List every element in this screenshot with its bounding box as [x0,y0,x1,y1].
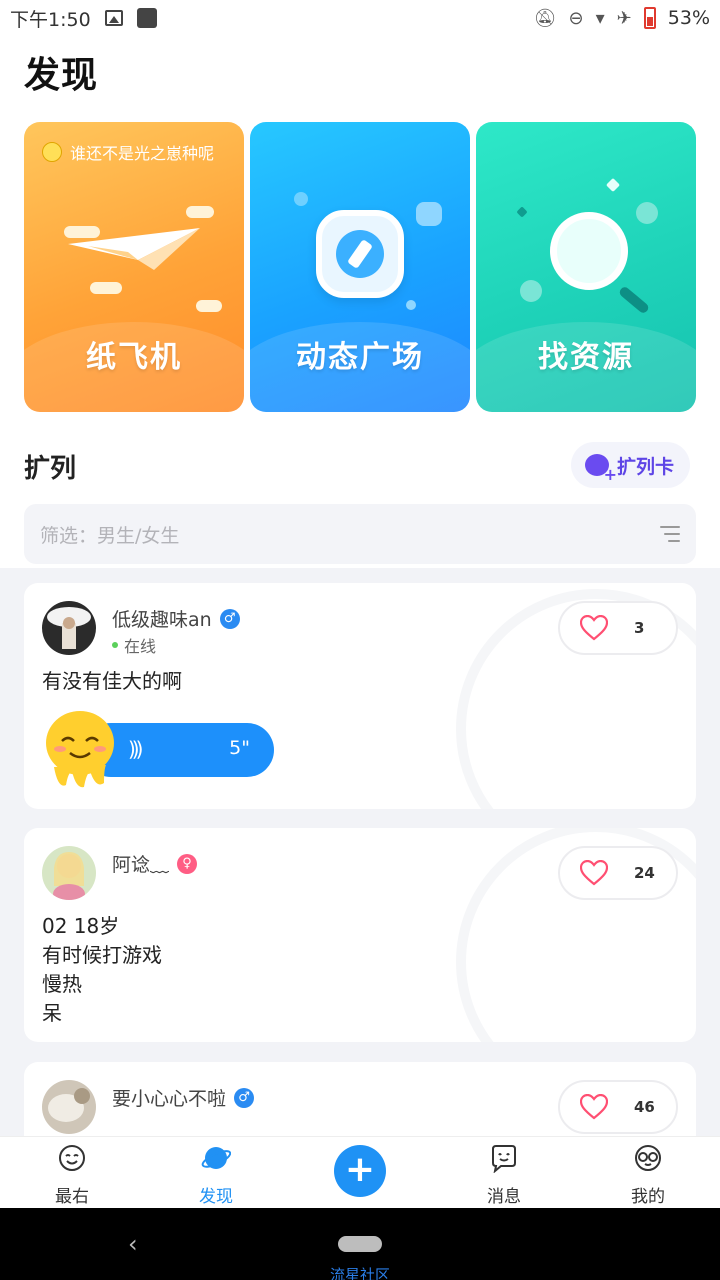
post-text: 02 18岁 有时候打游戏 慢热 呆 [42,914,162,1025]
magnifier-icon [550,212,628,290]
smiley-icon [59,1145,85,1171]
feature-cards: 谁还不是光之崽种呢 纸飞机 动态广场 找资源 [24,122,696,412]
username[interactable]: 阿谂﹏ ♀ [112,850,198,877]
card-label: 动态广场 [296,340,424,375]
card-tip: 谁还不是光之崽种呢 [42,140,214,164]
page-title: 发现 [24,55,99,96]
female-icon: ♀ [177,853,198,874]
app-notification-icon [136,8,157,28]
nav-item-profile[interactable]: 我的 [598,1143,698,1207]
nav-item-messages[interactable]: 消息 [454,1143,554,1207]
add-friend-icon [584,454,617,484]
page-header: 发现 [0,36,720,104]
like-count: 3 [634,619,645,637]
system-nav: ‹ 流星社区 [0,1208,720,1280]
back-icon[interactable]: ‹ [128,1230,138,1258]
section-title: 扩列 [24,454,77,484]
like-count: 46 [634,1098,655,1116]
username[interactable]: 要小心心不啦 ♂ [112,1084,255,1111]
like-button[interactable]: 3 [558,601,678,655]
plaza-card[interactable]: 动态广场 [250,122,470,412]
like-button[interactable]: 46 [558,1080,678,1134]
like-button[interactable]: 24 [558,846,678,900]
glasses-face-icon [635,1145,661,1171]
male-icon: ♂ [219,608,240,629]
discover-content[interactable]: 谁还不是光之崽种呢 纸飞机 动态广场 找资源 扩列 + 扩列卡 筛选：男生/女生… [0,104,720,1136]
filter-icon[interactable] [660,526,680,542]
message-icon [492,1145,516,1174]
octopus-mascot-icon [46,711,114,788]
like-count: 24 [634,864,655,882]
add-post-button[interactable]: + [334,1145,386,1197]
post-text: 有没有佳大的啊 [42,669,182,693]
app-caption: 流星社区 [329,1266,390,1280]
heart-icon [580,1094,608,1120]
mute-icon: 🔕︎ [533,7,557,29]
do-not-disturb-icon: ⊖ [568,7,584,29]
image-notification-icon [104,10,123,26]
online-status: 在线 [112,633,156,657]
post-card[interactable]: 要小心心不啦 ♂ 46 [24,1062,696,1136]
avatar[interactable] [42,1080,96,1134]
avatar[interactable] [42,846,96,900]
chat-bubble-icon [416,202,442,226]
emoji-icon [42,142,62,162]
paper-plane-card[interactable]: 谁还不是光之崽种呢 纸飞机 [24,122,244,412]
nav-item-zuiyou[interactable]: 最右 [22,1143,122,1207]
username[interactable]: 低级趣味an ♂ [112,605,240,632]
battery-percent: 53% [667,7,710,29]
planet-icon [201,1147,232,1169]
bottom-nav: 最右 发现 + 消息 我的 [0,1136,720,1208]
compass-icon [316,210,404,298]
avatar[interactable] [42,601,96,655]
heart-icon [580,860,608,886]
post-card[interactable]: 阿谂﹏ ♀ 24 02 18岁 有时候打游戏 慢热 呆 [24,828,696,1042]
filter-placeholder: 筛选：男生/女生 [40,524,180,547]
nav-item-discover[interactable]: 发现 [166,1143,266,1207]
status-time: 下午1:50 [10,8,91,31]
find-resource-card[interactable]: 找资源 [476,122,696,412]
home-button[interactable] [338,1236,382,1252]
card-label: 纸飞机 [86,340,182,375]
post-card[interactable]: 低级趣味an ♂ 在线 3 有没有佳大的啊 ))) 5" [24,583,696,809]
sound-wave-icon: ))) [128,737,144,761]
card-label: 找资源 [538,340,634,375]
battery-icon [643,7,656,29]
voice-duration: 5" [229,737,250,759]
gender-filter[interactable]: 筛选：男生/女生 [24,504,696,564]
post-list: 低级趣味an ♂ 在线 3 有没有佳大的啊 ))) 5" 阿谂﹏ ♀ 24 02… [0,568,720,1136]
heart-icon [580,615,608,641]
airplane-mode-icon: ✈ [616,7,632,29]
status-bar: 下午1:50 🔕︎ ⊖ ▾ ✈ 53% [0,0,720,36]
paper-plane-icon [68,228,200,270]
expand-card-button[interactable]: 扩列卡 [570,442,690,488]
male-icon: ♂ [234,1087,255,1108]
wifi-icon: ▾ [595,7,605,29]
